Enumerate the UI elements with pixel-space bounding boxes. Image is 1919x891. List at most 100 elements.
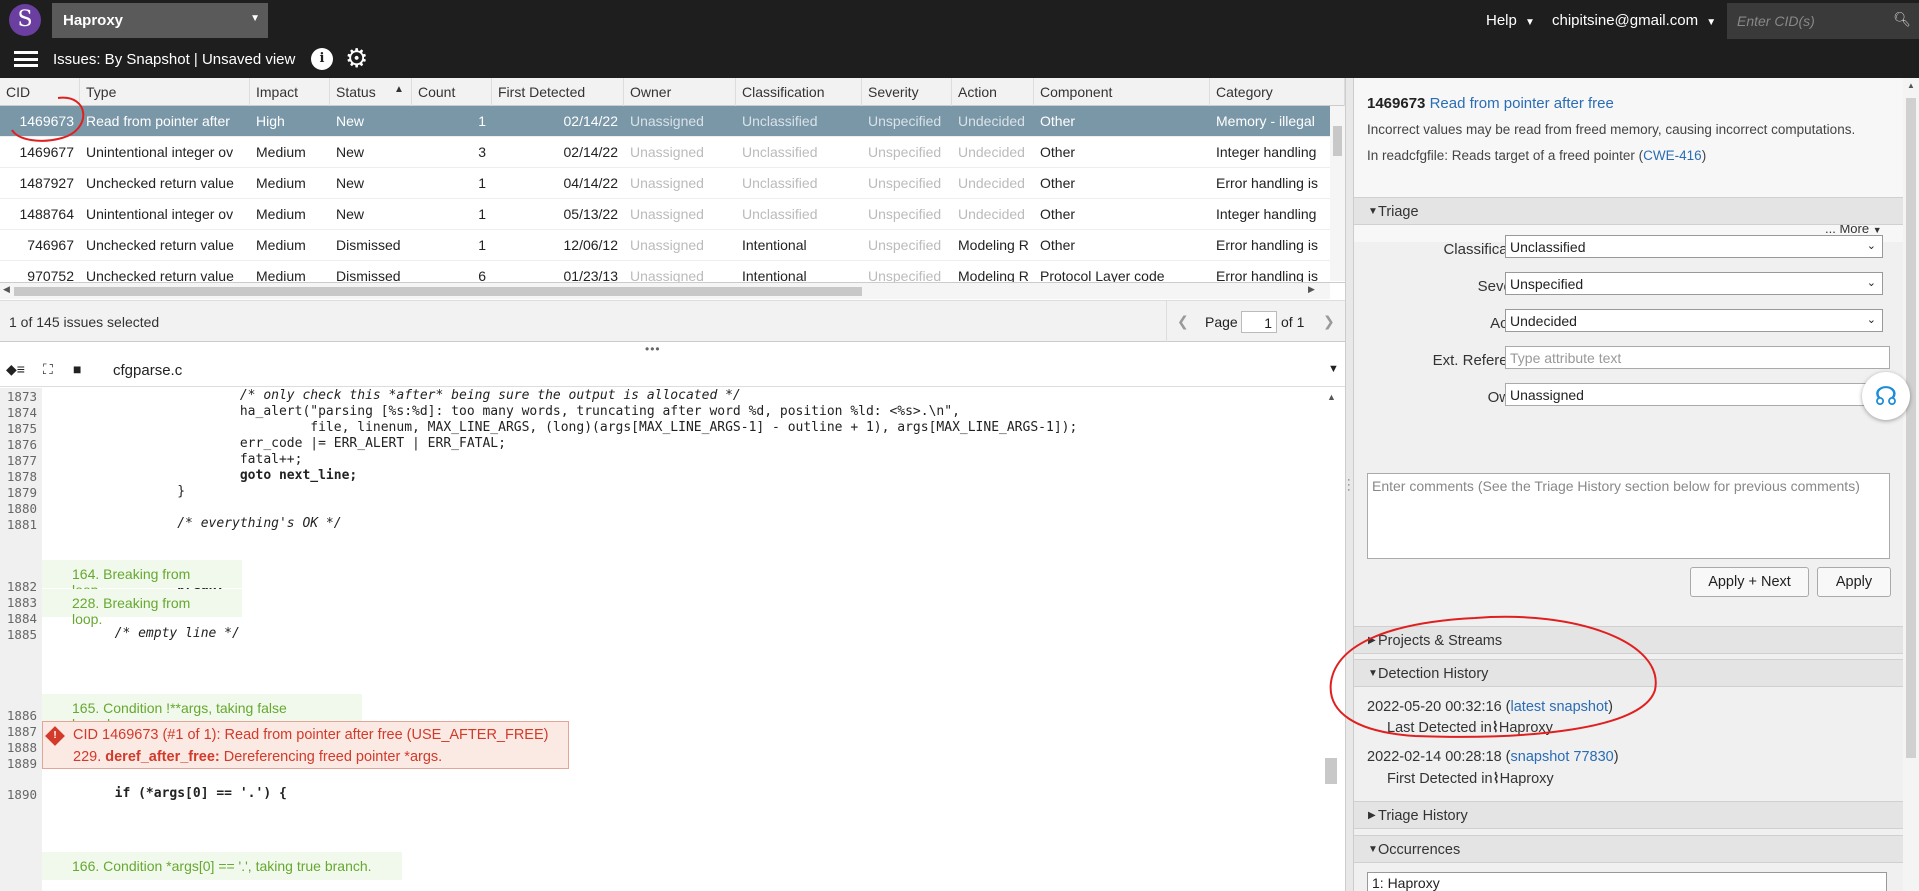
col-count[interactable]: Count <box>412 78 492 106</box>
grid-horizontal-scrollbar[interactable]: ◀ ▶ <box>0 283 1330 299</box>
show-events-icon[interactable]: ◆≡ <box>6 361 25 378</box>
project-selector[interactable]: Haproxy ▼ <box>52 3 268 38</box>
chevron-down-icon[interactable]: ▼ <box>1328 363 1339 375</box>
cid-search-input[interactable]: Enter CID(s) 🔍︎ <box>1727 3 1919 39</box>
app-logo[interactable]: S <box>9 4 41 36</box>
code-line[interactable]: ha_alert("parsing [%s:%d]: too many word… <box>52 404 960 419</box>
table-row[interactable]: 1488764 Unintentional integer ov Medium New… <box>0 199 1330 230</box>
table-row[interactable]: 1487927 Unchecked return value Medium New 1 0… <box>0 168 1330 199</box>
owner-input[interactable]: Unassigned <box>1505 383 1890 406</box>
scroll-left-icon[interactable]: ◀ <box>3 284 10 295</box>
defect-title[interactable]: CID 1469673 (#1 of 1): Read from pointer… <box>73 727 548 743</box>
cell-impact: Medium <box>256 144 306 160</box>
defect-event-box[interactable]: ! CID 1469673 (#1 of 1): Read from point… <box>42 721 569 769</box>
section-triage-history[interactable]: ▶ Triage History <box>1354 801 1903 829</box>
classification-select[interactable]: Unclassified ⌄ <box>1505 235 1883 258</box>
comments-textarea[interactable]: Enter comments (See the Triage History s… <box>1367 473 1890 559</box>
line-number: 1873 <box>6 389 37 404</box>
gear-icon[interactable]: ⚙ <box>345 44 368 72</box>
code-line[interactable]: fatal++; <box>52 452 303 467</box>
details-vertical-scrollbar[interactable]: ▲ <box>1903 78 1919 891</box>
col-first-detected[interactable]: First Detected <box>492 78 624 106</box>
collapse-icon: ▼ <box>1368 668 1378 679</box>
cell-classification: Unclassified <box>742 206 818 222</box>
section-occurrences[interactable]: ▼ Occurrences <box>1354 835 1903 863</box>
scrollbar-thumb[interactable] <box>1325 758 1337 784</box>
cell-owner: Unassigned <box>630 175 704 191</box>
vertical-splitter[interactable]: · · · <box>1345 78 1353 891</box>
severity-select[interactable]: Unspecified ⌄ <box>1505 272 1883 295</box>
scrollbar-thumb[interactable] <box>1333 126 1342 156</box>
table-row[interactable]: 1469677 Unintentional integer ov Medium New… <box>0 137 1330 168</box>
code-line[interactable]: err_code |= ERR_ALERT | ERR_FATAL; <box>52 436 506 451</box>
folder-icon[interactable]: ■ <box>73 361 81 377</box>
table-row[interactable]: 746967 Unchecked return value Medium Dismis… <box>0 230 1330 261</box>
section-detection-history[interactable]: ▼ Detection History <box>1354 659 1903 687</box>
search-icon[interactable]: 🔍︎ <box>1893 11 1911 28</box>
section-label: Detection History <box>1378 666 1489 682</box>
scroll-up-icon[interactable]: ▲ <box>1327 392 1336 402</box>
cell-category: Memory - illegal <box>1216 113 1315 129</box>
code-line[interactable]: /* everything's OK */ <box>52 516 341 531</box>
code-line[interactable]: file, linenum, MAX_LINE_ARGS, (long)(arg… <box>52 420 1077 435</box>
col-severity[interactable]: Severity <box>862 78 952 106</box>
apply-button[interactable]: Apply <box>1817 567 1891 597</box>
chat-support-icon[interactable]: ☊ <box>1862 372 1910 420</box>
event-annotation[interactable]: 165. Condition !**args, taking false bra… <box>42 694 362 732</box>
classification-row: Classification: Unclassified ⌄ <box>1354 234 1903 264</box>
snapshot-link[interactable]: snapshot 77830 <box>1511 749 1614 765</box>
source-filename[interactable]: cfgparse.c <box>113 362 182 379</box>
info-icon[interactable]: i <box>311 48 333 70</box>
col-owner[interactable]: Owner <box>624 78 736 106</box>
col-classification[interactable]: Classification <box>736 78 862 106</box>
previous-page-icon[interactable]: ❮ <box>1177 313 1189 330</box>
scrollbar-thumb[interactable] <box>14 287 862 296</box>
user-menu[interactable]: chipitsine@gmail.com ▼ <box>1552 12 1716 29</box>
col-impact[interactable]: Impact <box>250 78 330 106</box>
table-row[interactable]: 970752 Unchecked return value Medium Dismis… <box>0 261 1330 283</box>
expand-icon[interactable]: ⛶ <box>43 361 53 378</box>
detection-timestamp: 2022-05-20 00:32:16 <box>1367 699 1502 715</box>
cell-classification: Intentional <box>742 237 807 253</box>
col-cid[interactable]: CID <box>0 78 80 106</box>
scrollbar-thumb[interactable] <box>1906 98 1916 758</box>
code-vertical-scrollbar[interactable]: ▲ <box>1318 388 1345 891</box>
section-projects-streams[interactable]: ▶ Projects & Streams <box>1354 626 1903 654</box>
col-status[interactable]: Status ▲ <box>330 78 412 106</box>
table-row[interactable]: 1469673 Read from pointer after High New 1 02… <box>0 106 1330 137</box>
event-annotation[interactable]: 164. Breaking from loop. <box>42 560 242 598</box>
col-component[interactable]: Component <box>1034 78 1210 106</box>
col-category[interactable]: Category <box>1210 78 1345 106</box>
code-line[interactable]: goto next_line; <box>52 468 357 483</box>
action-select[interactable]: Undecided ⌄ <box>1505 309 1883 332</box>
event-annotation[interactable]: 228. Breaking from loop. <box>42 589 242 627</box>
event-annotation[interactable]: 166. Condition *args[0] == '.', taking t… <box>42 852 402 880</box>
col-type[interactable]: Type <box>80 78 250 106</box>
cwe-link[interactable]: CWE-416 <box>1643 148 1702 163</box>
issue-title-link[interactable]: Read from pointer after free <box>1430 95 1614 112</box>
code-line[interactable]: if (*args[0] == '.') { <box>52 786 287 801</box>
code-line[interactable]: /* empty line */ <box>52 626 240 641</box>
cell-severity: Unspecified <box>868 237 942 253</box>
col-action[interactable]: Action <box>952 78 1034 106</box>
snapshot-link[interactable]: latest snapshot <box>1511 699 1609 715</box>
line-number: 1876 <box>6 437 37 452</box>
issue-location: In readcfgfile: Reads target of a freed … <box>1367 148 1706 163</box>
cell-classification: Unclassified <box>742 175 818 191</box>
view-title[interactable]: Issues: By Snapshot | Unsaved view <box>53 51 295 68</box>
page-number-input[interactable]: 1 <box>1241 311 1277 333</box>
code-line[interactable]: /* only check this *after* being sure th… <box>52 388 741 403</box>
collapse-icon: ▼ <box>1368 844 1378 855</box>
cell-action: Modeling R <box>958 268 1029 283</box>
apply-next-button[interactable]: Apply + Next <box>1690 567 1809 597</box>
scroll-right-icon[interactable]: ▶ <box>1308 284 1315 295</box>
grid-vertical-scrollbar[interactable] <box>1330 106 1345 281</box>
ext-reference-input[interactable]: Type attribute text <box>1505 346 1890 369</box>
help-menu[interactable]: Help ▼ <box>1486 12 1535 29</box>
menu-icon[interactable] <box>14 51 38 67</box>
occurrence-select[interactable]: 1: Haproxy <box>1367 872 1887 891</box>
section-triage[interactable]: ▼ Triage <box>1354 197 1903 225</box>
next-page-icon[interactable]: ❯ <box>1323 313 1335 330</box>
scroll-up-icon[interactable]: ▲ <box>1907 81 1915 90</box>
code-line[interactable]: } <box>52 484 185 499</box>
